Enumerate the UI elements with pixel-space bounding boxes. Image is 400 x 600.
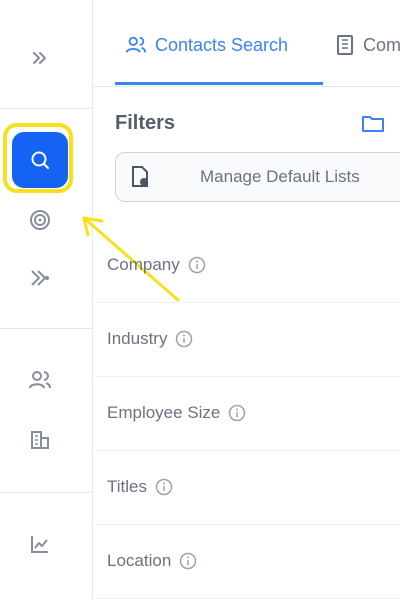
main-panel: Contacts Search Com Filters Manage Defau…	[93, 0, 400, 600]
sidebar-item-analytics[interactable]	[22, 526, 58, 562]
chart-icon	[31, 536, 48, 553]
filter-row-titles[interactable]: Titles	[93, 450, 400, 525]
info-icon[interactable]	[188, 256, 206, 274]
expand-sidebar-button[interactable]	[22, 40, 58, 76]
info-icon[interactable]	[179, 552, 197, 570]
people-icon	[29, 371, 51, 389]
document-gear-icon	[132, 166, 148, 187]
info-icon[interactable]	[175, 330, 193, 348]
sidebar-divider	[0, 328, 92, 329]
tab-label: Contacts Search	[155, 34, 289, 55]
users-icon	[125, 36, 147, 53]
sidebar-divider	[0, 108, 92, 109]
filter-row-employee-size[interactable]: Employee Size	[93, 376, 400, 451]
building-icon	[337, 35, 353, 55]
folder-icon[interactable]	[361, 112, 385, 134]
active-tab-indicator	[115, 82, 323, 85]
sequence-arrow-icon	[31, 270, 49, 286]
filter-label: Location	[107, 551, 172, 570]
tab-contacts-search[interactable]: Contacts Search	[125, 34, 288, 56]
info-icon[interactable]	[228, 404, 246, 422]
sidebar-item-companies[interactable]	[22, 422, 58, 458]
sidebar-item-people[interactable]	[22, 362, 58, 398]
filters-title: Filters	[115, 112, 176, 134]
sidebar-divider	[0, 492, 92, 493]
building-icon	[31, 431, 49, 449]
manage-default-lists-button[interactable]: Manage Default Lists	[115, 152, 400, 202]
sidebar	[0, 0, 93, 600]
manage-button-label: Manage Default Lists	[200, 167, 360, 186]
tab-bar: Contacts Search Com	[93, 0, 400, 87]
filter-row-location[interactable]: Location	[93, 524, 400, 599]
filter-label: Industry	[107, 329, 168, 348]
tab-label: Com	[363, 34, 400, 55]
target-icon	[30, 210, 50, 230]
filter-label: Employee Size	[107, 403, 221, 422]
info-icon[interactable]	[155, 478, 173, 496]
highlight-ring	[3, 123, 73, 193]
filter-label: Titles	[107, 477, 147, 496]
sidebar-item-target[interactable]	[22, 202, 58, 238]
tab-companies[interactable]: Com	[335, 34, 400, 56]
sidebar-item-sequence[interactable]	[22, 260, 58, 296]
filter-row-company[interactable]: Company	[93, 228, 400, 303]
filter-row-industry[interactable]: Industry	[93, 302, 400, 377]
filter-label: Company	[107, 255, 180, 274]
chevrons-right-icon	[33, 52, 46, 64]
